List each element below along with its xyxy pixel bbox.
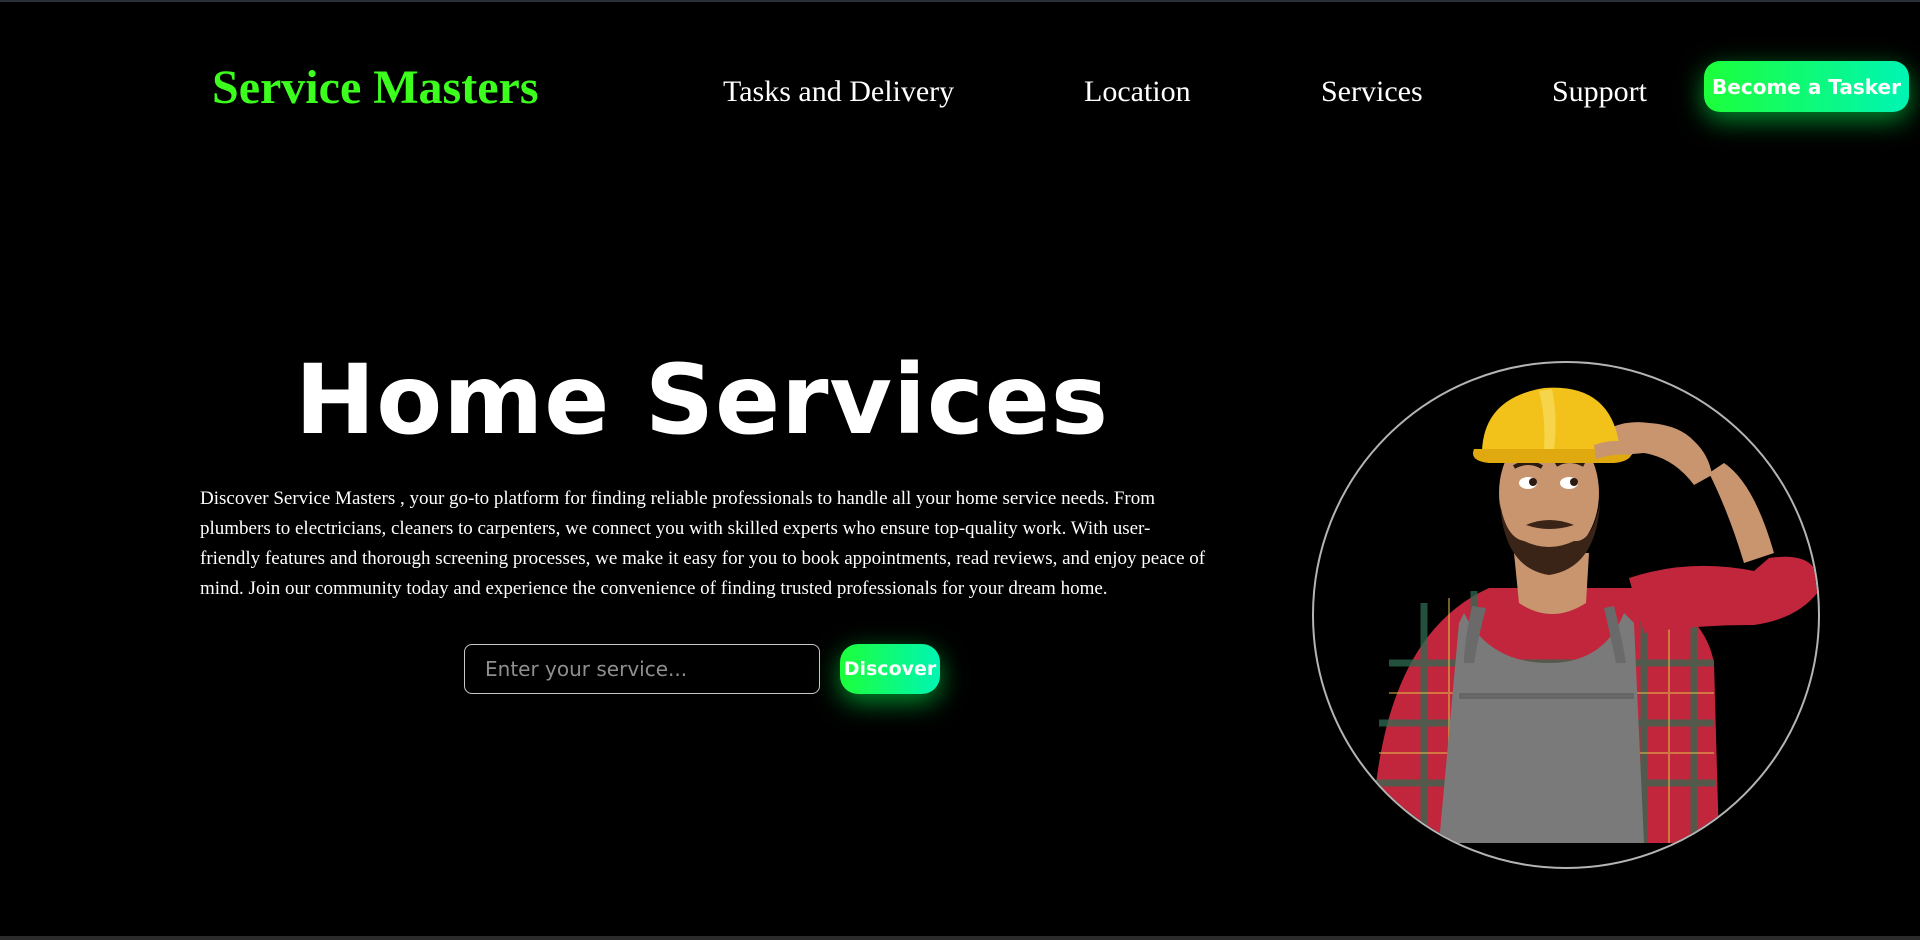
become-a-tasker-button[interactable]: Become a Tasker [1704,61,1909,112]
top-border [0,0,1920,2]
nav-link-services[interactable]: Services [1321,72,1423,112]
hero-title: Home Services [294,344,1110,456]
service-search-input[interactable] [464,644,820,694]
bottom-border [0,936,1920,940]
nav-link-support[interactable]: Support [1552,72,1647,112]
hero-description: Discover Service Masters , your go-to pl… [200,488,1206,599]
nav-link-tasks-and-delivery[interactable]: Tasks and Delivery [723,72,954,112]
brand-logo[interactable]: Service Masters [212,60,539,116]
worker-illustration [1374,387,1818,843]
nav-link-location[interactable]: Location [1084,72,1191,112]
worker-image-circle [1312,361,1820,869]
discover-button[interactable]: Discover [840,644,940,694]
